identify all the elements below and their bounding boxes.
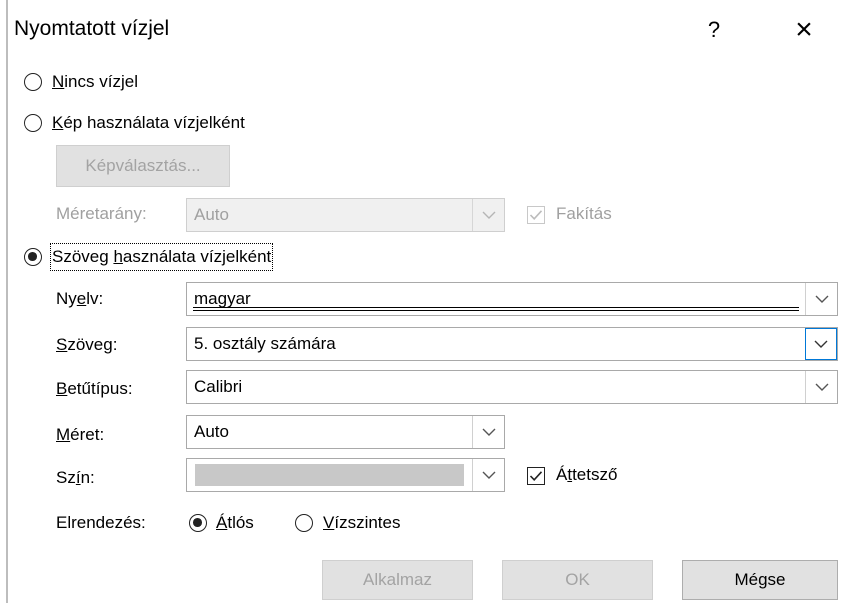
scale-dropdown-button[interactable] — [472, 199, 504, 231]
language-label: Nyelv: — [56, 289, 104, 308]
size-label: Méret: — [56, 425, 105, 444]
select-picture-button[interactable]: Képválasztás... — [56, 145, 230, 187]
font-label: Betűtípus: — [56, 379, 133, 398]
color-dropdown-button[interactable] — [472, 459, 504, 491]
text-value: 5. osztály számára — [194, 334, 336, 353]
chevron-down-icon — [815, 295, 828, 303]
checkmark-icon — [529, 210, 543, 220]
font-combo[interactable]: Calibri — [186, 370, 838, 404]
color-swatch — [195, 464, 464, 486]
layout-label: Elrendezés: — [56, 513, 146, 532]
text-dropdown-button[interactable] — [805, 328, 837, 360]
font-dropdown-button[interactable] — [805, 371, 837, 403]
chevron-down-icon — [482, 428, 495, 436]
size-value: Auto — [194, 422, 229, 441]
dialog-title: Nyomtatott vízjel — [14, 17, 170, 40]
help-button[interactable]: ? — [694, 10, 734, 50]
no-watermark-radio[interactable] — [24, 73, 42, 91]
help-icon: ? — [707, 17, 721, 42]
window-left-edge — [0, 0, 8, 603]
no-watermark-label[interactable]: Nincs vízjel — [52, 70, 138, 94]
ok-button[interactable]: OK — [502, 560, 653, 600]
horizontal-label[interactable]: Vízszintes — [323, 511, 400, 535]
washout-label: Fakítás — [556, 204, 612, 223]
scale-label: Méretarány: — [56, 204, 147, 223]
apply-button[interactable]: Alkalmaz — [322, 560, 473, 600]
font-value: Calibri — [194, 377, 243, 396]
chevron-down-icon — [815, 383, 828, 391]
chevron-down-icon — [482, 211, 495, 219]
text-combo[interactable]: 5. osztály számára — [186, 327, 838, 361]
size-dropdown-button[interactable] — [472, 416, 504, 448]
cancel-button[interactable]: Mégse — [682, 560, 838, 600]
diagonal-label[interactable]: Átlós — [216, 511, 254, 535]
washout-checkbox[interactable] — [527, 206, 545, 224]
color-combo[interactable] — [186, 458, 505, 492]
language-underline — [193, 307, 799, 311]
checkmark-icon — [529, 471, 543, 481]
close-icon: × — [795, 13, 813, 46]
semitransparent-checkbox[interactable] — [527, 467, 545, 485]
size-combo[interactable]: Auto — [186, 415, 505, 449]
picture-watermark-label[interactable]: Kép használata vízjelként — [52, 111, 245, 135]
scale-value: Auto — [194, 205, 229, 224]
chevron-down-icon — [814, 340, 828, 348]
text-label: Szöveg: — [56, 335, 118, 354]
scale-combo[interactable]: Auto — [186, 198, 505, 232]
text-watermark-label[interactable]: Szöveg használata vízjelként — [49, 243, 274, 271]
language-combo[interactable]: magyar — [186, 282, 838, 316]
chevron-down-icon — [482, 471, 495, 479]
radio-dot — [28, 252, 37, 261]
color-label: Szín: — [56, 468, 95, 487]
diagonal-radio[interactable] — [189, 514, 207, 532]
semitransparent-label[interactable]: Áttetsző — [556, 463, 617, 487]
close-button[interactable]: × — [784, 10, 824, 50]
radio-dot — [193, 518, 202, 527]
picture-watermark-radio[interactable] — [24, 114, 42, 132]
horizontal-radio[interactable] — [295, 514, 313, 532]
language-dropdown-button[interactable] — [805, 283, 837, 315]
text-watermark-radio[interactable] — [24, 248, 42, 266]
